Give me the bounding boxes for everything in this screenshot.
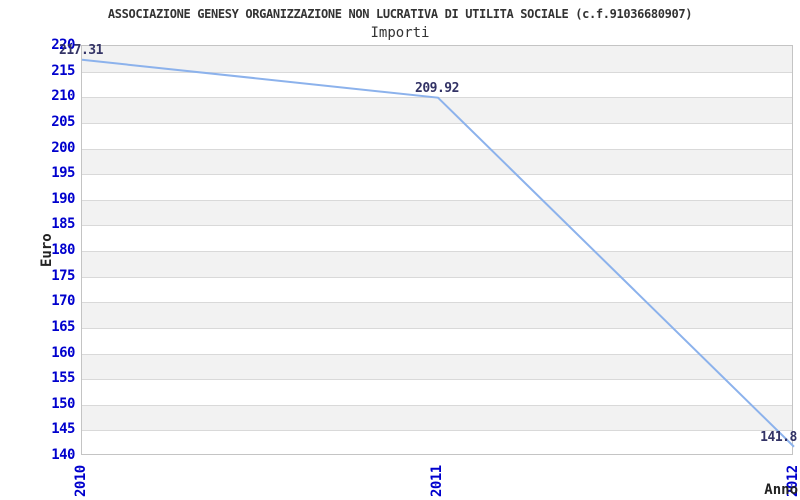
- y-tick-label: 200: [51, 139, 75, 156]
- y-tick-label: 210: [51, 88, 75, 105]
- y-tick-label: 190: [51, 190, 75, 207]
- y-tick-label: 165: [51, 318, 75, 335]
- line-series: [81, 58, 795, 448]
- x-tick-label: 2010: [73, 465, 89, 497]
- y-axis-title: Euro: [39, 233, 55, 267]
- chart-subtitle: Importi: [370, 25, 430, 41]
- y-tick-label: 185: [51, 216, 75, 233]
- data-point-label: 217.31: [59, 42, 103, 58]
- y-tick-label: 205: [51, 113, 75, 130]
- chart-canvas: ASSOCIAZIONE GENESY ORGANIZZAZIONE NON L…: [0, 0, 800, 500]
- y-tick-label: 140: [51, 447, 75, 463]
- y-tick-label: 215: [51, 62, 75, 79]
- y-tick-label: 160: [51, 344, 75, 361]
- data-point-label: 141.8: [760, 429, 797, 445]
- y-tick-label: 170: [51, 293, 75, 310]
- line-series-path: [81, 58, 795, 448]
- data-point-label: 209.92: [415, 80, 459, 96]
- x-axis-title: Anno: [764, 482, 798, 498]
- y-tick-label: 175: [51, 267, 75, 284]
- y-tick-label: 145: [51, 421, 75, 438]
- x-tick-label: 2011: [429, 465, 445, 497]
- plot-area: [81, 45, 795, 455]
- y-tick-label: 180: [51, 242, 75, 258]
- y-tick-label: 150: [51, 395, 75, 412]
- chart-title: ASSOCIAZIONE GENESY ORGANIZZAZIONE NON L…: [107, 7, 693, 21]
- y-tick-label: 155: [51, 370, 75, 387]
- y-tick-label: 195: [51, 165, 75, 182]
